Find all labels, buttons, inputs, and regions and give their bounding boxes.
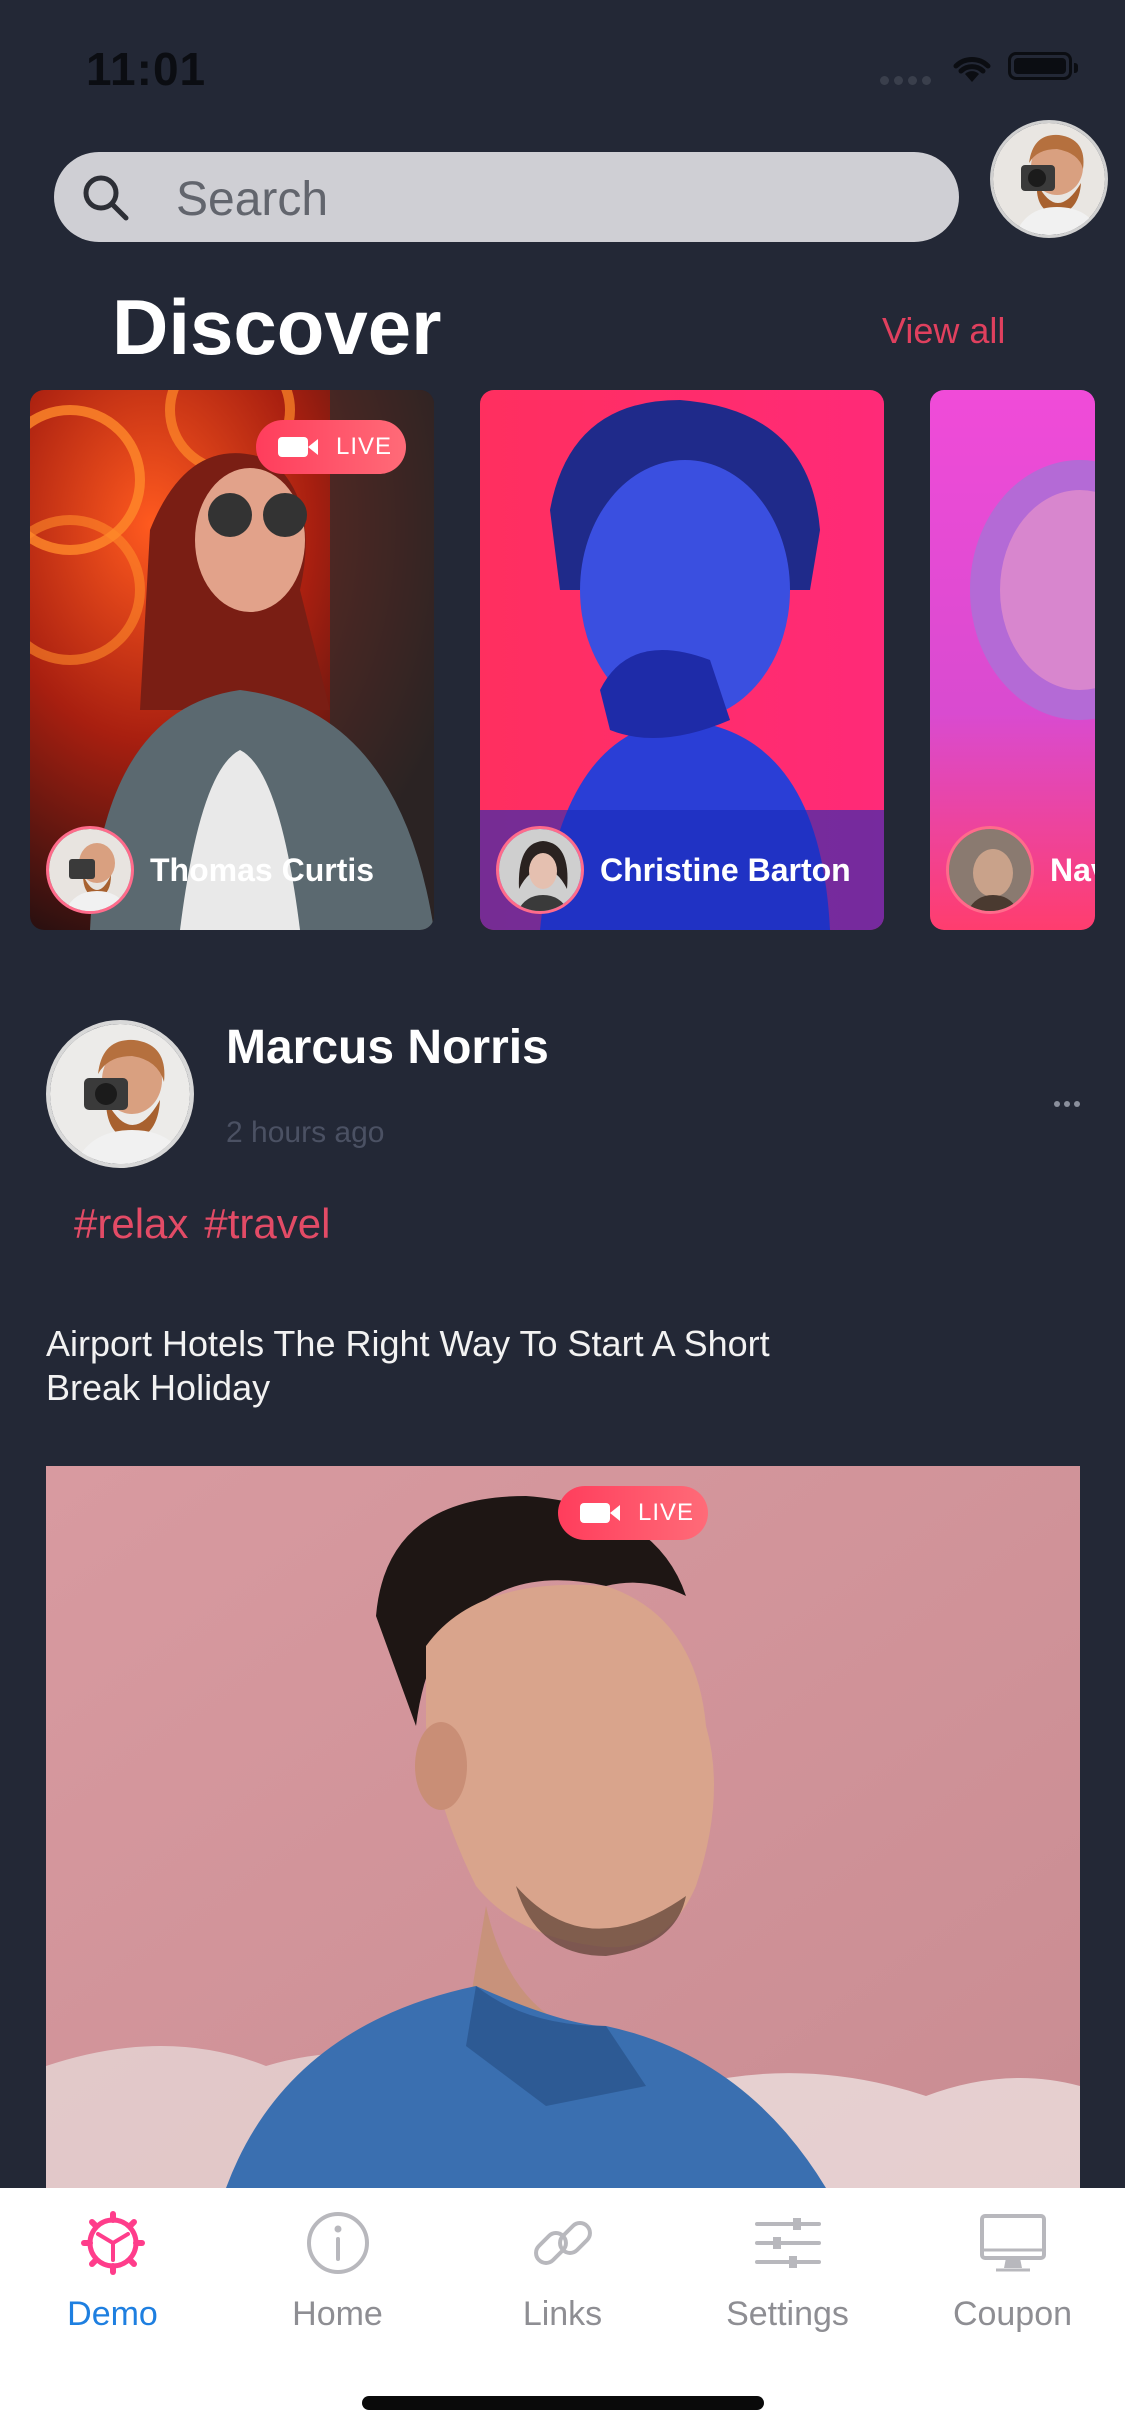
tab-links[interactable]: Links [450,2208,675,2348]
card-avatar [496,826,584,914]
more-options-icon[interactable] [1054,1094,1084,1112]
post-text: Airport Hotels The Right Way To Start A … [46,1323,770,1408]
tab-label: Settings [726,2295,849,2333]
wifi-icon [953,57,991,82]
story-card-navy[interactable]: Navy [930,390,1095,930]
tag-relax[interactable]: #relax [74,1200,188,1247]
card-avatar [946,826,1034,914]
card-avatar [46,826,134,914]
sliders-icon [754,2218,821,2268]
post-author-avatar[interactable] [46,1020,194,1168]
live-badge: LIVE [256,420,406,474]
info-icon [306,2212,369,2274]
live-label: LIVE [638,1499,695,1526]
post-author-name[interactable]: Marcus Norris [226,1020,549,1075]
view-all-link[interactable]: View all [882,310,1005,352]
link-icon [533,2221,592,2265]
discover-title: Discover [112,283,442,371]
post-image[interactable]: LIVE [46,1466,1080,2188]
post-tags: #relax #travel [74,1200,346,1248]
gear-icon [80,2211,145,2275]
tab-label: Coupon [952,2295,1073,2333]
card-name: Thomas Curtis [150,852,375,888]
search-icon [83,175,129,221]
cellular-signal-icon [880,72,936,90]
post-timestamp: 2 hours ago [226,1116,385,1149]
tab-coupon[interactable]: Coupon [900,2208,1125,2348]
home-indicator[interactable] [362,2396,764,2410]
video-camera-icon [580,1503,620,1523]
status-time: 11:01 [86,43,207,95]
video-camera-icon [278,437,318,457]
tab-label: Links [522,2295,603,2333]
search-input[interactable] [174,162,898,236]
tab-demo[interactable]: Demo [0,2208,225,2348]
tab-home[interactable]: Home [225,2208,450,2348]
card-name: Christine Barton [600,852,851,888]
battery-icon [1008,52,1078,80]
tag-travel[interactable]: #travel [204,1200,330,1247]
tab-label: Demo [67,2295,158,2333]
live-badge: LIVE [558,1486,708,1540]
tab-label: Home [292,2295,383,2333]
tab-settings[interactable]: Settings [675,2208,900,2348]
card-name: Navy [1050,852,1095,888]
monitor-icon [979,2214,1046,2272]
profile-avatar[interactable] [990,120,1108,238]
live-label: LIVE [336,433,393,460]
story-card-thomas-curtis[interactable]: LIVE Thomas Curtis [30,390,434,930]
story-card-christine-barton[interactable]: Christine Barton [480,390,884,930]
